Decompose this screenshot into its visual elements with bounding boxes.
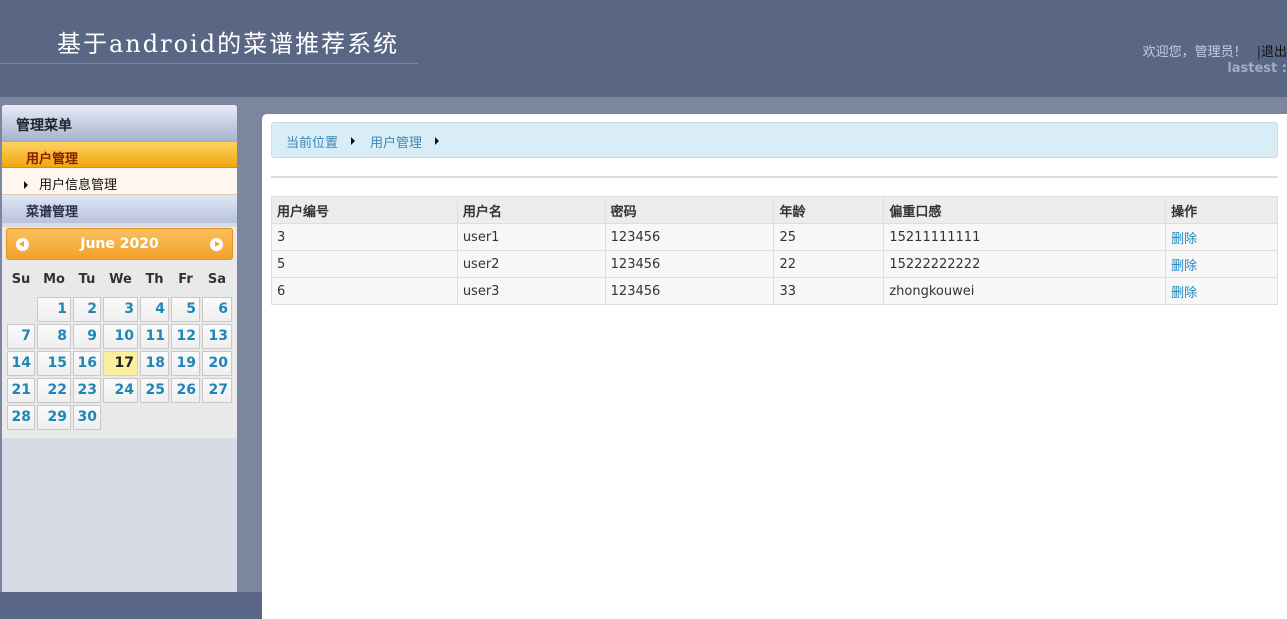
calendar-day[interactable]: 11 (140, 324, 169, 349)
cell-age: 22 (773, 250, 885, 278)
cell-taste: 15211111111 (883, 223, 1167, 251)
cell-password: 123456 (604, 223, 775, 251)
welcome-bar: 欢迎您，管理员！ |退出 (1143, 41, 1287, 60)
table-row: 6 user3 123456 33 zhongkouwei 删除 (271, 277, 1278, 305)
col-password: 密码 (604, 196, 775, 224)
lastest-label: lastest : (1227, 61, 1287, 76)
weekday-label: Th (145, 272, 164, 287)
top-header: 基于android的菜谱推荐系统 欢迎您，管理员！ |退出 lastest : (0, 0, 1287, 97)
cell-taste: 15222222222 (883, 250, 1167, 278)
col-actions: 操作 (1165, 196, 1278, 224)
cell-username: user3 (456, 277, 606, 305)
delete-link[interactable]: 删除 (1165, 223, 1278, 251)
cell-age: 33 (773, 277, 885, 305)
user-table: 用户编号 用户名 密码 年龄 偏重口感 操作 3 user1 123456 25… (271, 196, 1278, 305)
main-panel: 当前位置 用户管理 用户编号 用户名 密码 年龄 偏重口感 操作 3 user1… (262, 114, 1287, 619)
breadcrumb: 当前位置 用户管理 (271, 122, 1278, 158)
calendar-day[interactable]: 10 (103, 324, 138, 349)
breadcrumb-arrow-icon (351, 137, 355, 145)
weekday-label: Tu (78, 272, 96, 287)
calendar-day[interactable]: 18 (140, 351, 169, 376)
calendar-day[interactable]: 23 (73, 378, 101, 403)
title-underline (0, 63, 418, 64)
weekday-label: Fr (178, 272, 193, 287)
calendar-header: June 2020 (6, 228, 233, 260)
menu-group-user-management[interactable]: 用户管理 (2, 141, 237, 168)
cell-user-id: 5 (271, 250, 458, 278)
calendar-day[interactable]: 19 (171, 351, 200, 376)
cell-username: user1 (456, 223, 606, 251)
menu-item-user-info-management[interactable]: 用户信息管理 (2, 168, 237, 195)
calendar-day[interactable]: 3 (103, 297, 138, 322)
calendar-day[interactable]: 29 (37, 405, 71, 430)
calendar-day[interactable]: 20 (202, 351, 232, 376)
app-title: 基于android的菜谱推荐系统 (57, 30, 400, 58)
calendar-widget: June 2020 Su Mo Tu We Th Fr Sa 1 2 3 4 5 6 7 8 9 10 11 12 1… (2, 227, 237, 438)
col-age: 年龄 (773, 196, 885, 224)
calendar-day[interactable]: 30 (73, 405, 101, 430)
next-month-icon[interactable] (210, 238, 223, 251)
calendar-day[interactable]: 16 (73, 351, 101, 376)
cell-age: 25 (773, 223, 885, 251)
breadcrumb-current-location[interactable]: 当前位置 (286, 132, 338, 151)
calendar-day[interactable]: 21 (7, 378, 35, 403)
welcome-text: 欢迎您，管理员！ (1142, 45, 1247, 60)
calendar-day[interactable]: 5 (171, 297, 200, 322)
calendar-day[interactable]: 27 (202, 378, 232, 403)
sidebar-heading: 管理菜单 (2, 105, 237, 141)
calendar-day[interactable]: 14 (7, 351, 35, 376)
col-user-id: 用户编号 (271, 196, 458, 224)
weekday-label: Su (11, 272, 31, 287)
calendar-day[interactable]: 12 (171, 324, 200, 349)
breadcrumb-user-management[interactable]: 用户管理 (370, 132, 422, 151)
cell-user-id: 6 (271, 277, 458, 305)
delete-link[interactable]: 删除 (1165, 250, 1278, 278)
calendar-day[interactable]: 2 (73, 297, 101, 322)
calendar-day[interactable]: 15 (37, 351, 71, 376)
calendar-day-today[interactable]: 17 (103, 351, 138, 376)
calendar-month-title: June 2020 (80, 236, 159, 252)
menu-group-recipe-management[interactable]: 菜谱管理 (2, 195, 237, 223)
calendar-day[interactable]: 24 (103, 378, 138, 403)
sidebar-footer (0, 592, 262, 619)
cell-user-id: 3 (271, 223, 458, 251)
content-divider (271, 176, 1278, 178)
table-row: 3 user1 123456 25 15211111111 删除 (271, 223, 1278, 251)
calendar-day[interactable]: 28 (7, 405, 35, 430)
calendar-day[interactable]: 1 (37, 297, 71, 322)
cell-username: user2 (456, 250, 606, 278)
logout-link[interactable]: 退出 (1261, 45, 1287, 60)
weekday-label: Sa (207, 272, 227, 287)
calendar-day[interactable]: 8 (37, 324, 71, 349)
calendar-day[interactable]: 26 (171, 378, 200, 403)
delete-link[interactable]: 删除 (1165, 277, 1278, 305)
calendar-day[interactable]: 22 (37, 378, 71, 403)
calendar-day[interactable]: 7 (7, 324, 35, 349)
weekday-label: We (109, 272, 132, 287)
calendar-day[interactable]: 13 (202, 324, 232, 349)
menu-item-label: 用户信息管理 (39, 178, 118, 193)
caret-right-icon (24, 181, 28, 189)
calendar-day[interactable]: 25 (140, 378, 169, 403)
breadcrumb-arrow-icon (435, 137, 439, 145)
col-username: 用户名 (456, 196, 606, 224)
col-taste: 偏重口感 (883, 196, 1167, 224)
table-row: 5 user2 123456 22 15222222222 删除 (271, 250, 1278, 278)
weekday-label: Mo (43, 272, 65, 287)
calendar-day[interactable]: 9 (73, 324, 101, 349)
table-header-row: 用户编号 用户名 密码 年龄 偏重口感 操作 (271, 196, 1278, 224)
calendar-day[interactable]: 4 (140, 297, 169, 322)
cell-taste: zhongkouwei (883, 277, 1167, 305)
calendar-day[interactable]: 6 (202, 297, 232, 322)
cell-password: 123456 (604, 277, 775, 305)
cell-password: 123456 (604, 250, 775, 278)
